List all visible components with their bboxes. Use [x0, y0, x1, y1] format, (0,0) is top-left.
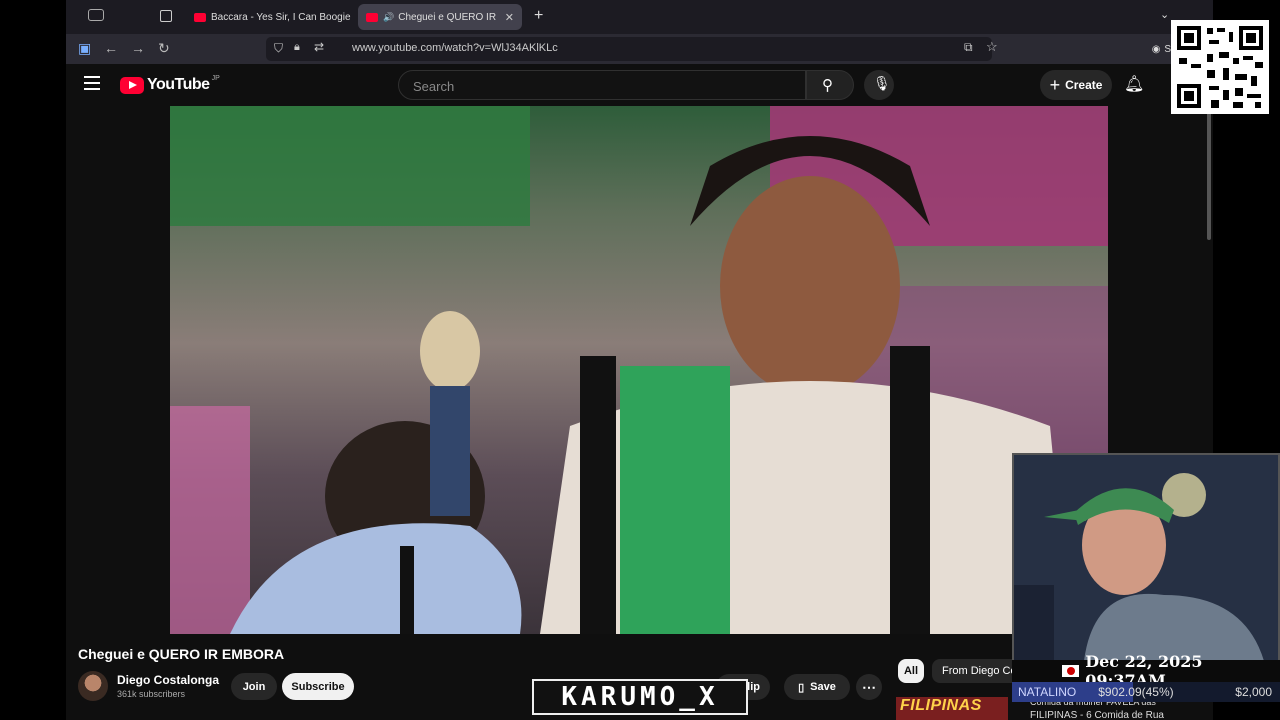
tab-list-chevron-icon[interactable]: ⌄ — [1160, 8, 1169, 21]
qr-code — [1171, 20, 1269, 114]
channel-avatar[interactable] — [78, 671, 108, 701]
permissions-icon[interactable]: ⇄ — [314, 40, 324, 54]
video-player[interactable] — [170, 106, 1108, 634]
donation-amount: $902.09(45%) — [1098, 685, 1174, 699]
more-actions-icon[interactable]: ⋯ — [856, 674, 882, 700]
close-tab-icon[interactable]: ✕ — [499, 11, 514, 24]
video-title: Cheguei e QUERO IR EMBORA — [78, 646, 285, 662]
recommended-thumbnail[interactable]: FILIPINAS — [896, 697, 1008, 720]
video-frame — [170, 106, 1108, 634]
bookmark-icon: ▯ — [798, 681, 805, 694]
sidebar-toggle-icon[interactable] — [88, 9, 104, 21]
save-button[interactable]: ▯ Save — [784, 674, 850, 700]
tab-bar: Baccara - Yes Sir, I Can Boogie ✕ 🔊 Cheg… — [66, 0, 1213, 34]
streamer-watermark: KARUMO_X — [532, 679, 748, 715]
tab-current[interactable]: 🔊 Cheguei e QUERO IR EMBORA ✕ — [358, 4, 522, 30]
notifications-bell-icon[interactable]: 🔔︎ — [1124, 74, 1144, 94]
plus-icon: + — [1049, 74, 1061, 95]
youtube-play-icon — [120, 76, 144, 94]
picture-in-picture-icon[interactable]: ⧉ — [964, 40, 973, 55]
scrollbar[interactable] — [1207, 110, 1211, 240]
menu-icon[interactable] — [84, 76, 100, 90]
youtube-favicon-icon — [194, 12, 206, 22]
new-tab-icon[interactable]: + — [534, 7, 543, 25]
shield-icon[interactable]: ⛉ — [274, 41, 283, 56]
close-tab-icon[interactable]: ✕ — [351, 11, 352, 24]
date-time-overlay: Dec 22, 2025 09:37AM — [1012, 652, 1280, 690]
reload-icon[interactable]: ↻ — [158, 40, 170, 57]
lock-icon[interactable]: 🔒︎ — [294, 41, 300, 54]
search-icon: ⚲ — [822, 77, 833, 94]
tab-title: Cheguei e QUERO IR EMBORA — [398, 11, 499, 23]
url-text[interactable]: www.youtube.com/watch?v=WlJ34AKlKLc — [352, 42, 558, 54]
microphone-icon: 🎙︎ — [873, 75, 891, 91]
subscriber-count: 361k subscribers — [117, 689, 186, 699]
account-icon: ◉ — [1151, 43, 1161, 55]
youtube-favicon-icon — [366, 12, 378, 22]
japan-flag-icon — [1062, 665, 1080, 677]
join-button[interactable]: Join — [231, 673, 277, 700]
donation-goal-bar: NATALINO $902.09(45%) $2,000 — [1012, 682, 1280, 702]
donor-name: NATALINO — [1018, 685, 1077, 699]
youtube-header: YouTube JP ⚲ 🎙︎ + Create 🔔︎ — [66, 64, 1213, 106]
bookmark-star-icon[interactable]: ☆ — [986, 39, 998, 55]
chip-from-channel[interactable]: From Diego Co — [932, 659, 1022, 683]
recommended-title-line2[interactable]: FILIPINAS - 6 Comida de Rua — [1030, 710, 1164, 720]
voice-search-button[interactable]: 🎙︎ — [864, 70, 894, 100]
donation-goal: $2,000 — [1235, 685, 1272, 699]
speaker-icon[interactable]: 🔊 — [383, 12, 394, 23]
back-icon[interactable]: ← — [104, 40, 118, 56]
create-button[interactable]: + Create — [1040, 70, 1112, 100]
tab-overview-icon[interactable] — [160, 10, 172, 22]
sidebar-icon[interactable]: ▣ — [78, 40, 91, 57]
search-box — [398, 70, 806, 101]
address-bar[interactable]: ⛉ 🔒︎ ⇄ www.youtube.com/watch?v=WlJ34AKlK… — [266, 37, 998, 61]
webcam-overlay — [1012, 453, 1280, 663]
search-input[interactable] — [411, 71, 795, 101]
chip-all[interactable]: All — [898, 659, 924, 683]
channel-name[interactable]: Diego Costalonga — [117, 673, 219, 687]
search-button[interactable]: ⚲ — [806, 70, 854, 100]
tab-title: Baccara - Yes Sir, I Can Boogie — [211, 11, 351, 23]
forward-icon[interactable]: → — [131, 40, 145, 56]
subscribe-button[interactable]: Subscribe — [282, 673, 354, 700]
tab-baccara[interactable]: Baccara - Yes Sir, I Can Boogie ✕ — [186, 4, 352, 30]
navigation-toolbar: ▣ ← → ↻ ⛉ 🔒︎ ⇄ www.youtube.com/watch?v=W… — [66, 34, 1213, 64]
youtube-logo[interactable]: YouTube JP — [120, 75, 220, 94]
